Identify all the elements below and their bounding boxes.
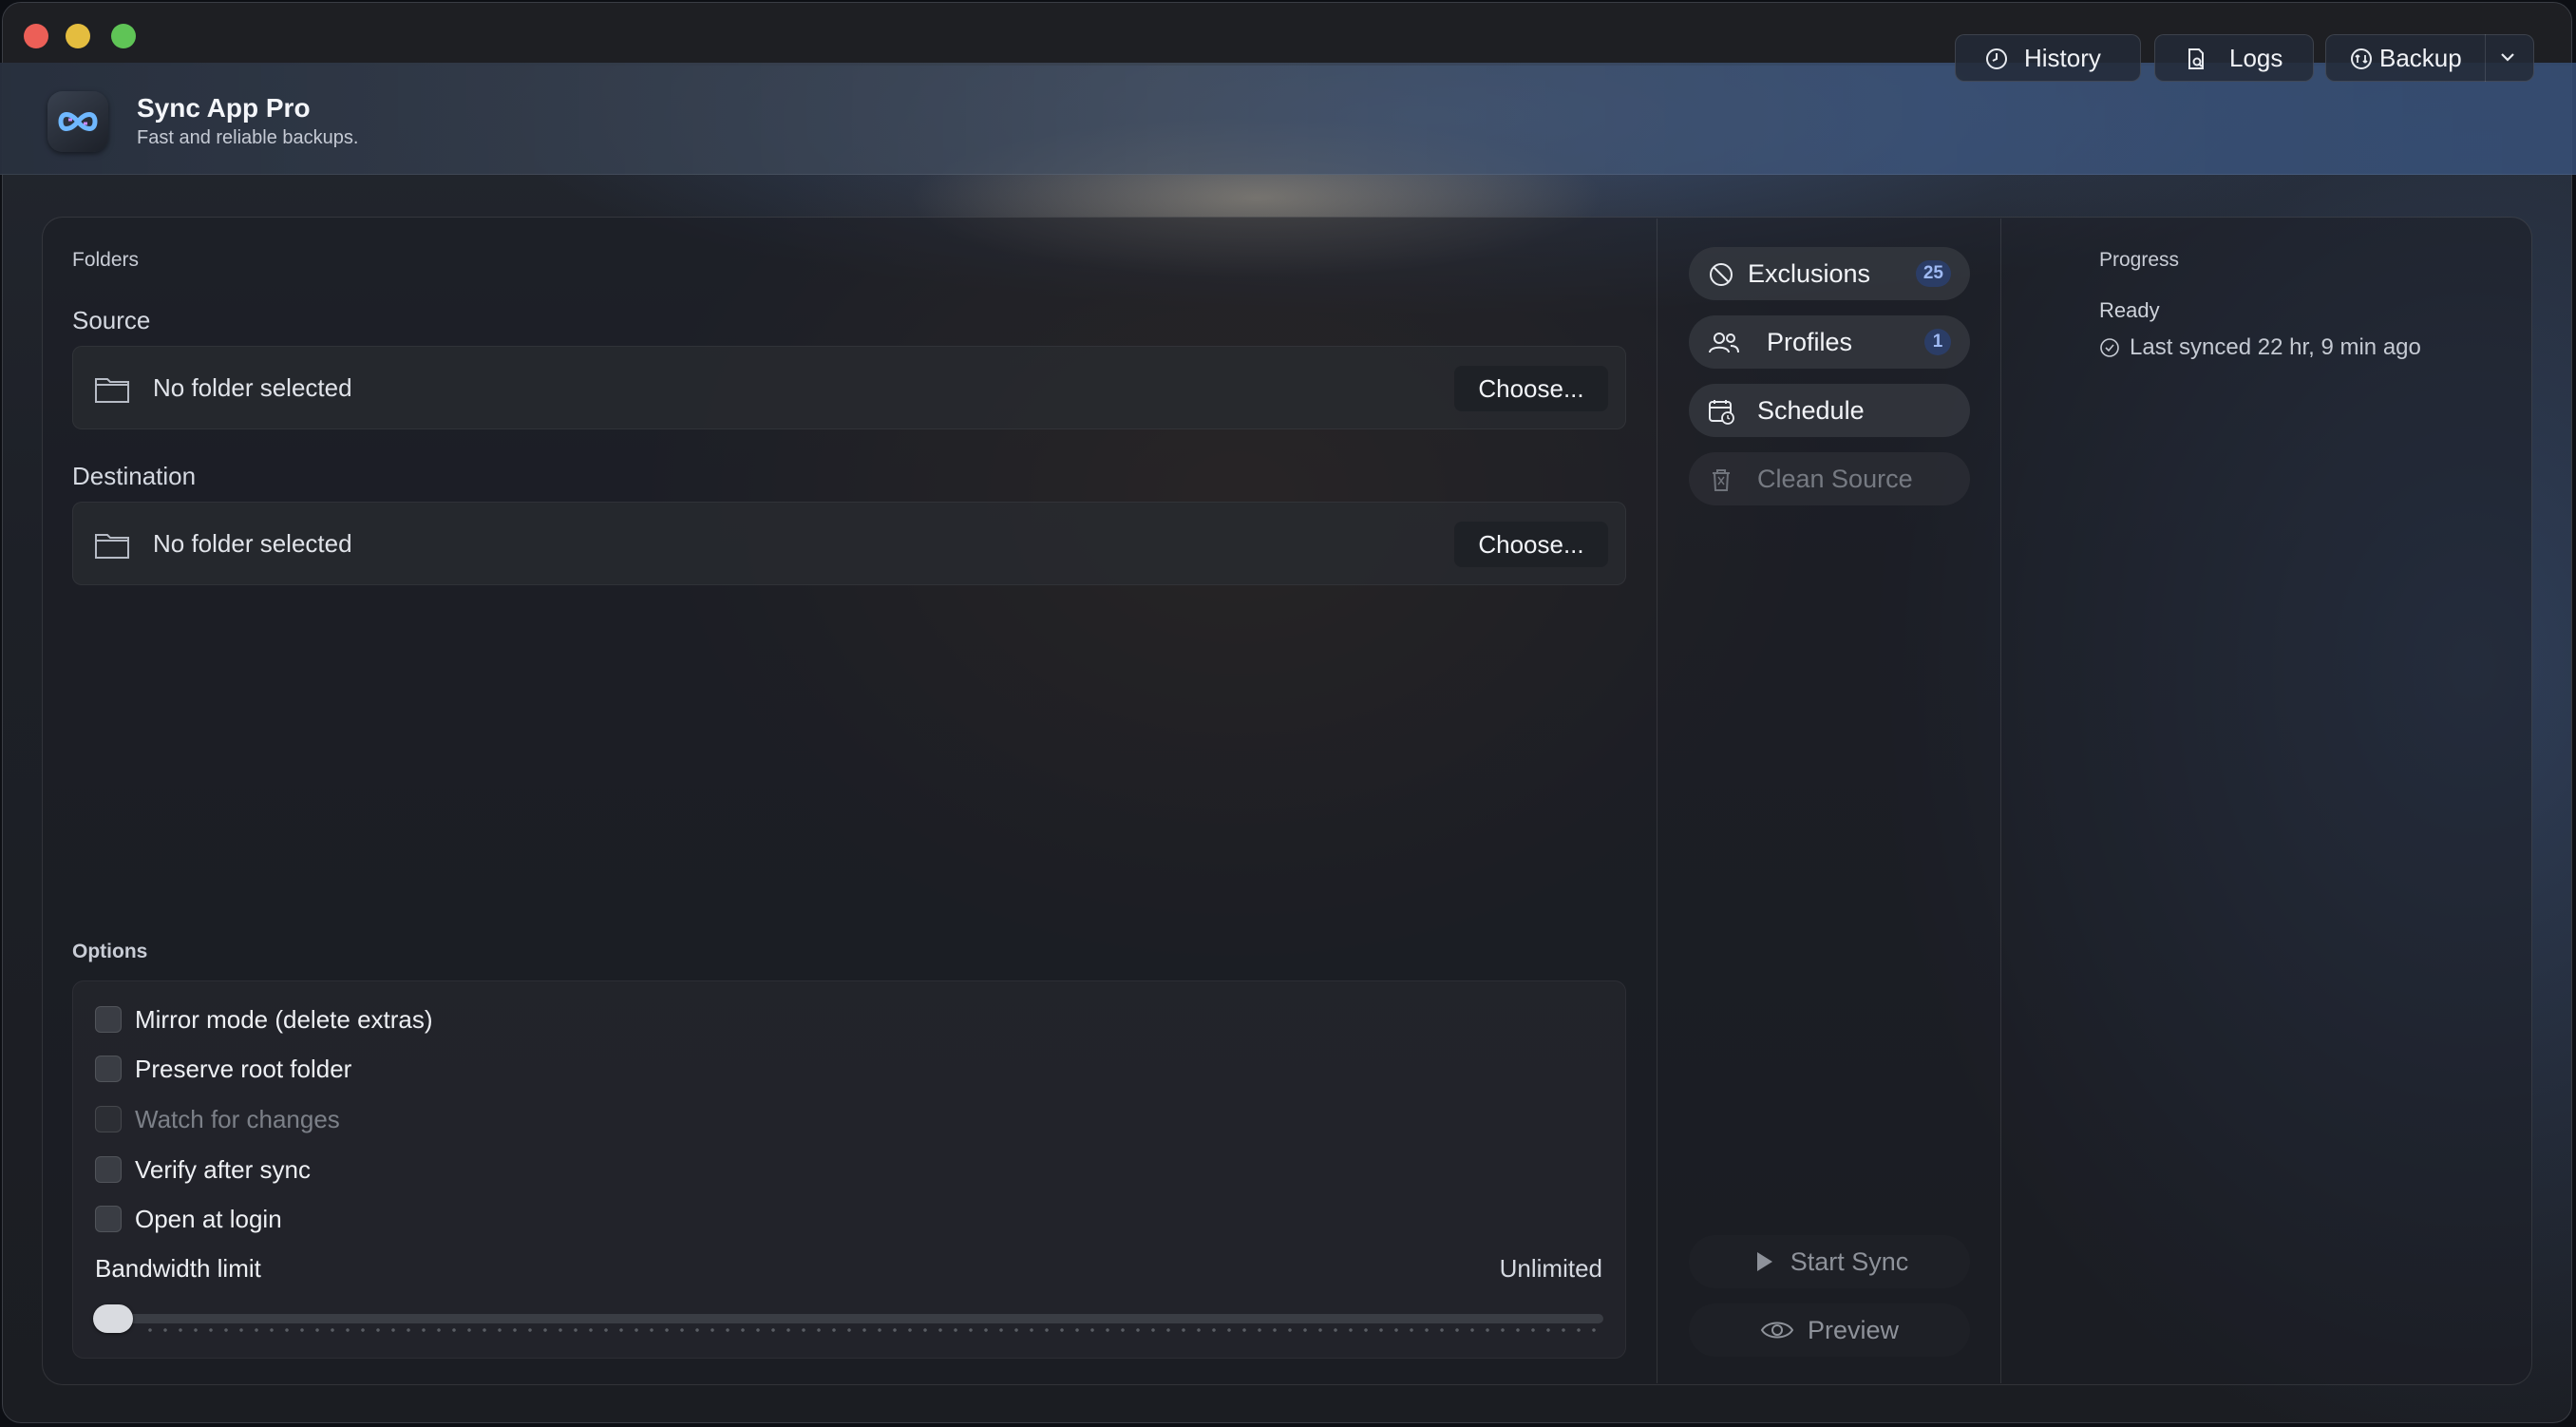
maximize-window-button[interactable]: [111, 24, 136, 48]
column-divider: [2000, 219, 2001, 1383]
app-title: Sync App Pro: [137, 93, 311, 123]
bandwidth-slider-knob[interactable]: [93, 1304, 133, 1333]
progress-section-label: Progress: [2099, 249, 2180, 271]
clean-source-label: Clean Source: [1757, 465, 1913, 493]
exclusions-count-badge: 25: [1915, 260, 1951, 287]
checkbox: [95, 1106, 122, 1132]
clock-icon: [1986, 48, 2007, 69]
backup-label: Backup: [2379, 43, 2462, 72]
logs-label: Logs: [2229, 43, 2283, 72]
exclusions-label: Exclusions: [1748, 259, 1871, 288]
checkbox[interactable]: [95, 1006, 122, 1033]
profiles-label: Profiles: [1767, 328, 1853, 356]
checkbox[interactable]: [95, 1206, 122, 1232]
profiles-count-badge: 1: [1924, 329, 1951, 355]
destination-folder-value: No folder selected: [153, 529, 352, 558]
profiles-button[interactable]: Profiles 1: [1689, 315, 1970, 369]
option-mirror-mode[interactable]: Mirror mode (delete extras): [95, 1003, 433, 1036]
prohibited-icon: [1710, 263, 1733, 286]
option-label: Preserve root folder: [135, 1054, 352, 1083]
option-open-at-login[interactable]: Open at login: [95, 1203, 282, 1235]
folder-icon: [95, 378, 129, 403]
choose-destination-button[interactable]: Choose...: [1454, 522, 1608, 567]
people-icon: [1709, 333, 1739, 353]
option-verify-after-sync[interactable]: Verify after sync: [95, 1153, 311, 1186]
bandwidth-value: Unlimited: [1499, 1254, 1602, 1283]
last-synced-text: Last synced 22 hr, 9 min ago: [2130, 334, 2421, 360]
bandwidth-slider-track[interactable]: [101, 1314, 1603, 1323]
checkbox[interactable]: [95, 1156, 122, 1183]
document-search-icon: [2188, 48, 2204, 69]
logs-button[interactable]: Logs: [2154, 34, 2314, 82]
trash-icon: [1713, 469, 1730, 491]
backup-divider: [2485, 34, 2486, 82]
choose-source-button[interactable]: Choose...: [1454, 366, 1608, 411]
folders-section-label: Folders: [72, 249, 140, 271]
destination-folder-row: No folder selected Choose...: [72, 502, 1626, 585]
option-label: Verify after sync: [135, 1154, 311, 1184]
schedule-label: Schedule: [1757, 396, 1865, 425]
source-label: Source: [72, 306, 151, 334]
checkbox[interactable]: [95, 1056, 122, 1082]
chevron-down-icon[interactable]: [2498, 48, 2517, 67]
destination-label: Destination: [72, 462, 197, 490]
calendar-clock-icon: [1709, 400, 1734, 425]
bandwidth-label: Bandwidth limit: [95, 1254, 261, 1283]
app-subtitle: Fast and reliable backups.: [137, 127, 359, 148]
bandwidth-slider-ticks: [142, 1328, 1596, 1332]
history-label: History: [2024, 43, 2101, 72]
option-watch-changes: Watch for changes: [95, 1103, 340, 1135]
last-synced-row: Last synced 22 hr, 9 min ago: [2099, 334, 2421, 361]
source-folder-value: No folder selected: [153, 373, 352, 402]
history-button[interactable]: History: [1955, 34, 2141, 82]
exclusions-button[interactable]: Exclusions 25: [1689, 247, 1970, 300]
backup-icon: [2351, 48, 2372, 69]
option-preserve-root[interactable]: Preserve root folder: [95, 1053, 351, 1085]
option-label: Watch for changes: [135, 1104, 340, 1133]
play-icon: [1756, 1252, 1772, 1271]
minimize-window-button[interactable]: [66, 24, 90, 48]
preview-label: Preview: [1807, 1315, 1900, 1344]
clean-source-button: Clean Source: [1689, 452, 1970, 505]
schedule-button[interactable]: Schedule: [1689, 384, 1970, 437]
source-folder-row: No folder selected Choose...: [72, 346, 1626, 429]
checkmark-circle-icon: [2100, 338, 2119, 357]
option-label: Mirror mode (delete extras): [135, 1004, 433, 1034]
options-section-label: Options: [72, 941, 148, 962]
preview-button[interactable]: Preview: [1689, 1303, 1970, 1357]
option-label: Open at login: [135, 1204, 282, 1233]
eye-icon: [1760, 1322, 1794, 1339]
folder-icon: [95, 534, 129, 559]
close-window-button[interactable]: [24, 24, 48, 48]
start-sync-button[interactable]: Start Sync: [1689, 1235, 1970, 1288]
app-logo-icon: [47, 91, 108, 152]
progress-status: Ready: [2099, 298, 2160, 322]
start-sync-label: Start Sync: [1790, 1246, 1909, 1276]
